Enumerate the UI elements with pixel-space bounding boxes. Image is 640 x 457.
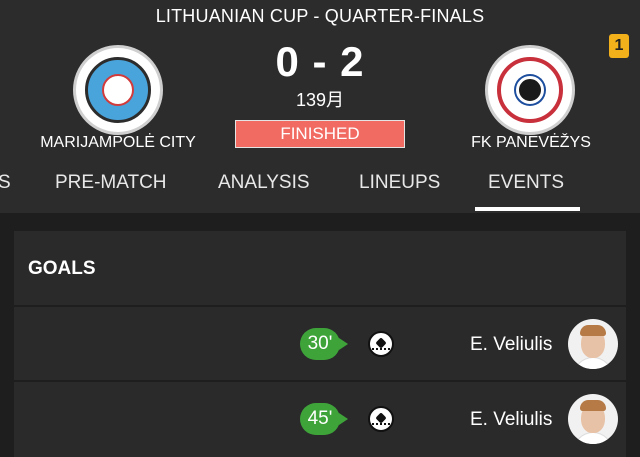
- goal-scorer-name[interactable]: E. Veliulis: [470, 334, 552, 356]
- avatar-shirt: [573, 432, 613, 444]
- match-minute: 139月: [295, 90, 345, 110]
- active-tab-indicator: [475, 207, 580, 211]
- home-logo-crest: [102, 74, 134, 106]
- player-avatar[interactable]: [568, 394, 618, 444]
- match-score: 0 - 2: [275, 38, 365, 85]
- away-logo-ball: [516, 76, 544, 104]
- tab-analysis[interactable]: ANALYSIS: [218, 172, 310, 194]
- soccer-ball-icon: [368, 406, 394, 432]
- tab-lineups[interactable]: LINEUPS: [359, 172, 440, 194]
- avatar-shirt: [573, 357, 613, 369]
- goal-scorer-name[interactable]: E. Veliulis: [470, 409, 552, 431]
- goal-minute-badge: 45': [300, 403, 348, 435]
- divider: [14, 380, 626, 382]
- home-logo-ring: [85, 57, 151, 123]
- tab-pre-match[interactable]: PRE-MATCH: [55, 172, 167, 194]
- goals-section-title: GOALS: [28, 258, 96, 279]
- away-team-name[interactable]: FK PANEVĖŽYS: [436, 134, 626, 152]
- soccer-ball-icon: [368, 331, 394, 357]
- away-logo-ring: [497, 57, 563, 123]
- home-team-name[interactable]: MARIJAMPOLĖ CITY: [23, 134, 213, 152]
- home-team-logo[interactable]: [73, 45, 163, 135]
- goal-minute-badge: 30': [300, 328, 348, 360]
- avatar-hair: [580, 400, 606, 411]
- notification-badge[interactable]: 1: [609, 34, 629, 58]
- divider: [14, 305, 626, 307]
- avatar-hair: [580, 325, 606, 336]
- tab-bar: S PRE-MATCH ANALYSIS LINEUPS EVENTS: [0, 166, 640, 213]
- player-avatar[interactable]: [568, 319, 618, 369]
- tab-partial[interactable]: S: [0, 172, 11, 194]
- match-header: LITHUANIAN CUP - QUARTER-FINALS MARIJAMP…: [0, 0, 640, 213]
- match-status-badge: FINISHED: [235, 120, 405, 148]
- competition-title: LITHUANIAN CUP - QUARTER-FINALS: [155, 6, 485, 26]
- tab-events[interactable]: EVENTS: [488, 172, 564, 194]
- away-team-logo[interactable]: [485, 45, 575, 135]
